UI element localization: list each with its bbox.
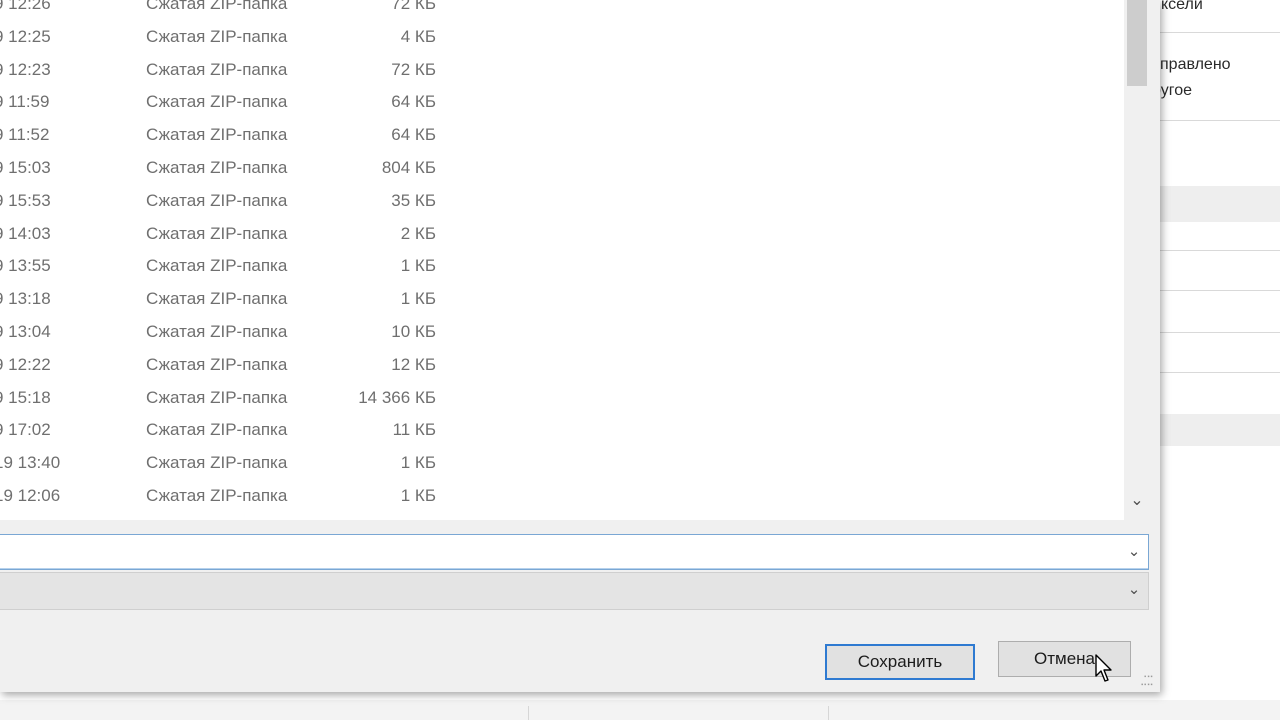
background-window: иксели справлено ругое (1150, 0, 1280, 720)
vertical-scrollbar[interactable]: ⌄ (1124, 0, 1150, 520)
file-date-modified: 9 17:02 (0, 420, 51, 440)
file-size: 1 КБ (400, 256, 436, 276)
scroll-thumb[interactable] (1127, 0, 1147, 86)
resize-grip-icon[interactable]: ⠠⠤ ⠤⠤ (1140, 671, 1156, 689)
mouse-pointer-icon (1095, 654, 1112, 682)
file-date-modified: 9 11:59 (0, 92, 50, 112)
file-size: 72 КБ (391, 59, 436, 79)
file-row[interactable]: 9 12:26 Сжатая ZIP-папка 72 КБ (0, 0, 1124, 20)
file-type: Сжатая ZIP-папка (146, 0, 288, 13)
file-type: Сжатая ZIP-папка (146, 92, 288, 112)
chevron-down-icon[interactable]: ⌄ (1126, 486, 1148, 516)
file-type: Сжатая ZIP-папка (146, 354, 288, 374)
file-row[interactable]: 9 12:22 Сжатая ZIP-папка 12 КБ (0, 349, 1124, 381)
file-date-modified: 19 12:06 (0, 486, 61, 505)
save-button[interactable]: Сохранить (825, 644, 975, 680)
file-type: Сжатая ZIP-папка (146, 223, 288, 243)
file-size: 64 КБ (391, 125, 436, 145)
divider (1160, 290, 1280, 291)
file-size: 64 КБ (391, 92, 436, 112)
file-date-modified: 9 12:26 (0, 0, 51, 13)
file-type: Сжатая ZIP-папка (146, 190, 288, 210)
save-dialog: 9 12:26 Сжатая ZIP-папка 72 КБ 9 12:25 Сжата… (0, 0, 1160, 692)
file-size: 11 КБ (392, 420, 436, 440)
divider (1160, 332, 1280, 333)
file-row[interactable]: 9 14:03 Сжатая ZIP-папка 2 КБ (0, 218, 1124, 250)
file-row[interactable]: 9 12:25 Сжатая ZIP-папка 4 КБ (0, 21, 1124, 53)
file-type: Сжатая ZIP-папка (146, 256, 288, 276)
filetype-dropdown[interactable]: ⌄ (0, 572, 1149, 610)
file-size: 35 КБ (391, 190, 436, 210)
file-type: Сжатая ZIP-папка (146, 125, 288, 145)
file-date-modified: 19 13:40 (0, 453, 61, 473)
file-date-modified: 9 12:25 (0, 26, 51, 46)
file-row[interactable]: 9 13:04 Сжатая ZIP-папка 10 КБ (0, 316, 1124, 348)
file-date-modified: 9 12:22 (0, 354, 51, 374)
file-row[interactable]: 19 12:06 Сжатая ZIP-папка 1 КБ (0, 480, 1124, 512)
file-row[interactable]: 9 13:55 Сжатая ZIP-папка 1 КБ (0, 250, 1124, 282)
file-row[interactable]: 9 15:03 Сжатая ZIP-папка 804 КБ (0, 152, 1124, 184)
file-type: Сжатая ZIP-папка (146, 59, 288, 79)
file-date-modified: 9 13:18 (0, 289, 51, 309)
file-type: Сжатая ZIP-папка (146, 322, 288, 341)
file-date-modified: 9 14:03 (0, 223, 51, 243)
file-type: Сжатая ZIP-папка (146, 453, 288, 473)
file-size: 4 КБ (400, 26, 436, 46)
file-type: Сжатая ZIP-папка (146, 387, 288, 407)
background-row (1160, 186, 1280, 222)
background-strip (0, 700, 1280, 720)
file-row[interactable]: 9 15:18 Сжатая ZIP-папка 14 366 КБ (0, 382, 1124, 414)
file-size: 12 КБ (391, 354, 436, 374)
chevron-down-icon[interactable]: ⌄ (1122, 535, 1146, 569)
file-size: 10 КБ (391, 322, 436, 341)
chevron-down-icon[interactable]: ⌄ (1122, 573, 1146, 609)
file-type: Сжатая ZIP-папка (146, 26, 288, 46)
divider (528, 706, 529, 720)
file-date-modified: 9 15:18 (0, 387, 51, 407)
file-row[interactable]: 9 15:53 Сжатая ZIP-папка 35 КБ (0, 185, 1124, 217)
file-date-modified: 9 11:52 (0, 125, 50, 145)
background-text: справлено (1152, 56, 1231, 73)
filename-input[interactable] (0, 535, 1114, 571)
file-size: 14 366 КБ (358, 387, 436, 407)
divider (1160, 372, 1280, 373)
file-date-modified: 9 12:23 (0, 59, 51, 79)
file-row[interactable]: 9 11:52 Сжатая ZIP-папка 64 КБ (0, 119, 1124, 151)
file-row[interactable]: 9 11:59 Сжатая ZIP-папка 64 КБ (0, 86, 1124, 118)
filename-combobox[interactable]: ⌄ (0, 534, 1149, 571)
file-row[interactable]: 9 13:18 Сжатая ZIP-папка 1 КБ (0, 283, 1124, 315)
file-list[interactable]: 9 12:26 Сжатая ZIP-папка 72 КБ 9 12:25 Сжата… (0, 0, 1124, 520)
divider (1160, 250, 1280, 251)
file-size: 1 КБ (400, 289, 436, 309)
file-size: 2 КБ (400, 223, 436, 243)
file-type: Сжатая ZIP-папка (146, 289, 288, 309)
file-date-modified: 9 15:03 (0, 158, 51, 177)
divider (828, 706, 829, 720)
file-size: 72 КБ (391, 0, 436, 13)
file-size: 804 КБ (381, 158, 436, 177)
file-date-modified: 9 13:55 (0, 256, 51, 276)
file-row[interactable]: 9 17:02 Сжатая ZIP-папка 11 КБ (0, 414, 1124, 446)
file-row[interactable]: 19 13:40 Сжатая ZIP-папка 1 КБ (0, 447, 1124, 479)
file-type: Сжатая ZIP-папка (146, 420, 288, 440)
background-row (1160, 414, 1280, 446)
file-type: Сжатая ZIP-папка (146, 486, 288, 505)
file-date-modified: 9 13:04 (0, 322, 51, 341)
file-type: Сжатая ZIP-папка (146, 158, 288, 177)
file-size: 1 КБ (400, 453, 436, 473)
divider (1160, 120, 1280, 121)
file-size: 1 КБ (400, 486, 436, 505)
divider (1160, 32, 1280, 33)
file-row[interactable]: 9 12:23 Сжатая ZIP-папка 72 КБ (0, 54, 1124, 86)
file-date-modified: 9 15:53 (0, 190, 51, 210)
